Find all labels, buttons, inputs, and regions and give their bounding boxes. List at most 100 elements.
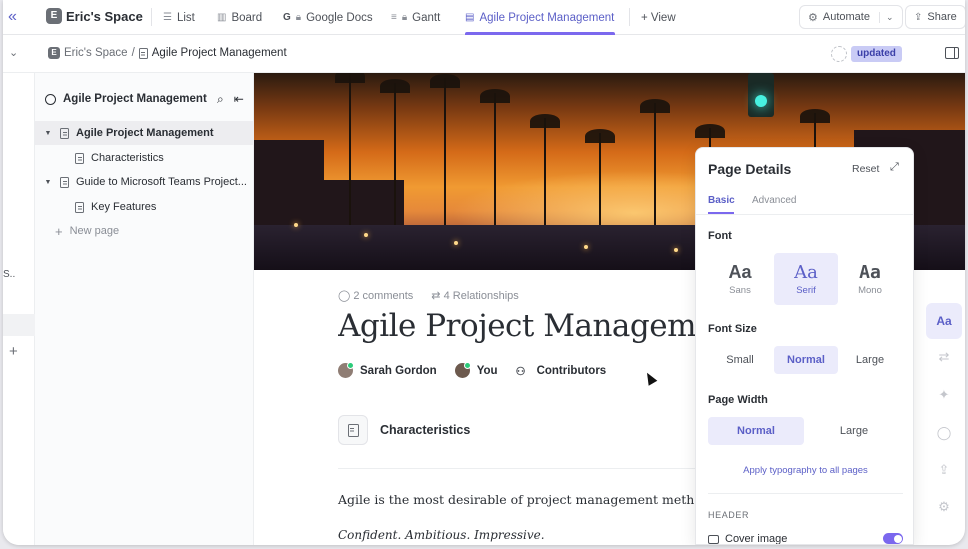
tab-agile-project-management[interactable]: ▤ Agile Project Management	[465, 0, 614, 35]
reset-button[interactable]: Reset	[852, 163, 879, 175]
share-button[interactable]: ⇪ Share	[905, 5, 965, 29]
person-label: Contributors	[536, 364, 607, 377]
cover-light	[674, 248, 678, 252]
author-you[interactable]: You	[454, 362, 498, 378]
breadcrumb-space[interactable]: Eric's Space	[64, 47, 128, 59]
tab-board[interactable]: ▥ Board	[217, 0, 262, 35]
chevron-down-icon[interactable]: ⌄	[9, 46, 18, 59]
sidebar-item-agile-project-management[interactable]: ▼ Agile Project Management	[35, 121, 254, 145]
doc-icon	[60, 176, 69, 188]
font-size-large[interactable]: Large	[838, 346, 902, 374]
upload-icon[interactable]: ⇪	[926, 462, 962, 478]
tab-list[interactable]: ☰ List	[163, 0, 195, 35]
page-width-label: Page Width	[708, 394, 768, 406]
page-details-panel: Page Details Reset ⤢ Basic Advanced Font…	[695, 147, 914, 545]
share-icon: ⇪	[914, 11, 923, 23]
collapse-icon[interactable]: ⇤	[234, 92, 244, 107]
cover-light	[454, 241, 458, 245]
page-width-normal[interactable]: Normal	[708, 417, 804, 445]
font-option-sans[interactable]: Aa Sans	[708, 253, 772, 305]
relationship-icon: ⇄	[431, 290, 441, 302]
relationships-tool-icon[interactable]: ⇄	[926, 349, 962, 365]
automate-button[interactable]: ⚙ Automate ⌄	[799, 5, 903, 29]
font-size-small[interactable]: Small	[708, 346, 772, 374]
cover-frond	[430, 74, 460, 88]
doc-sidebar: Agile Project Management ⌕ ⇤ ▼ Agile Pro…	[35, 73, 254, 545]
divider	[629, 8, 630, 26]
doc-body-italic[interactable]: Confident. Ambitious. Impressive.	[338, 528, 545, 542]
cover-palm	[494, 93, 496, 230]
cover-palm	[394, 83, 396, 230]
comments-label: 2 comments	[353, 290, 414, 302]
font-label: Font	[708, 230, 732, 242]
left-rail: S.. +	[3, 73, 35, 545]
add-view-label: + View	[641, 11, 676, 24]
tab-advanced[interactable]: Advanced	[752, 195, 796, 206]
page-width-large[interactable]: Large	[806, 417, 902, 445]
font-size-normal[interactable]: Normal	[774, 346, 838, 374]
contributors-button[interactable]: ⚇ Contributors	[516, 363, 607, 378]
tab-basic[interactable]: Basic	[708, 195, 735, 206]
add-icon[interactable]: +	[9, 343, 18, 360]
settings-gear-icon[interactable]: ⚙	[926, 499, 962, 515]
comments-link[interactable]: ◯ 2 comments	[338, 289, 413, 302]
panel-title: Page Details	[708, 161, 792, 177]
space-avatar: E	[48, 47, 60, 59]
tab-gantt[interactable]: ≡ 🔒︎ Gantt	[391, 0, 440, 35]
font-option-serif[interactable]: Aa Serif	[774, 253, 838, 305]
sidebar-item-label: Agile Project Management	[76, 127, 214, 139]
font-name: Sans	[729, 285, 751, 296]
subpage-card-label: Characteristics	[380, 423, 471, 437]
space-name[interactable]: Eric's Space	[66, 9, 143, 24]
cover-frond	[695, 124, 725, 138]
add-view-button[interactable]: + View	[641, 0, 676, 35]
cover-frond	[335, 73, 365, 83]
page-title[interactable]: Agile Project Management	[338, 308, 698, 344]
doc-glyph	[347, 423, 359, 437]
rail-item-fragment[interactable]: S..	[3, 269, 15, 280]
cover-palm	[349, 73, 351, 230]
sidebar-item-guide-to-microsoft-teams[interactable]: ▼ Guide to Microsoft Teams Project...	[35, 170, 254, 194]
toggle-panel-icon[interactable]	[945, 47, 959, 59]
sidebar-item-characteristics[interactable]: Characteristics	[35, 146, 254, 170]
space-avatar: E	[46, 8, 62, 24]
collapse-sidebar-icon[interactable]: «	[8, 9, 26, 27]
rail-item-highlight[interactable]	[3, 314, 35, 336]
cover-light	[584, 245, 588, 249]
caret-down-icon[interactable]: ▼	[43, 130, 53, 137]
person-label: You	[476, 364, 498, 377]
plus-icon: +	[55, 223, 63, 239]
divider	[151, 8, 152, 26]
subpage-card-characteristics[interactable]: Characteristics	[338, 415, 470, 445]
breadcrumb-bar: ⌄ E Eric's Space / Agile Project Managem…	[3, 35, 965, 73]
puzzle-icon[interactable]: ✦	[926, 387, 962, 403]
cover-frond	[800, 109, 830, 123]
globe-icon	[45, 93, 56, 105]
author-sarah-gordon[interactable]: Sarah Gordon	[338, 362, 437, 378]
comment-tool-icon[interactable]: ◯	[926, 425, 962, 441]
relationships-link[interactable]: ⇄ 4 Relationships	[431, 289, 519, 302]
apply-typography-link[interactable]: Apply typography to all pages	[696, 465, 913, 476]
search-icon[interactable]: ⌕	[217, 92, 224, 107]
typography-tool-button[interactable]: Aa	[926, 303, 962, 339]
sidebar-item-label: Characteristics	[91, 152, 164, 164]
font-glyph: Aa	[794, 262, 818, 283]
new-page-label: New page	[69, 225, 120, 237]
caret-down-icon[interactable]: ▼	[43, 179, 53, 186]
cover-light	[364, 233, 368, 237]
font-option-mono[interactable]: Aa Mono	[838, 253, 902, 305]
doc-icon	[138, 47, 148, 59]
sidebar-item-key-features[interactable]: Key Features	[35, 195, 254, 219]
cover-image-toggle[interactable]	[883, 533, 903, 544]
doc-body-paragraph[interactable]: Agile is the most desirable of project m…	[338, 492, 746, 507]
robot-icon: ⚙	[808, 11, 818, 24]
share-label: Share	[927, 11, 957, 23]
chevron-down-icon[interactable]: ⌄	[878, 11, 894, 23]
new-page-button[interactable]: + New page	[35, 219, 254, 243]
breadcrumb-page[interactable]: Agile Project Management	[152, 47, 287, 59]
tab-google-docs[interactable]: G 🔒︎ Google Docs	[283, 0, 373, 35]
divider	[708, 493, 903, 494]
status-badge: updated	[851, 46, 902, 62]
expand-icon[interactable]: ⤢	[890, 161, 899, 174]
font-name: Mono	[858, 285, 882, 296]
